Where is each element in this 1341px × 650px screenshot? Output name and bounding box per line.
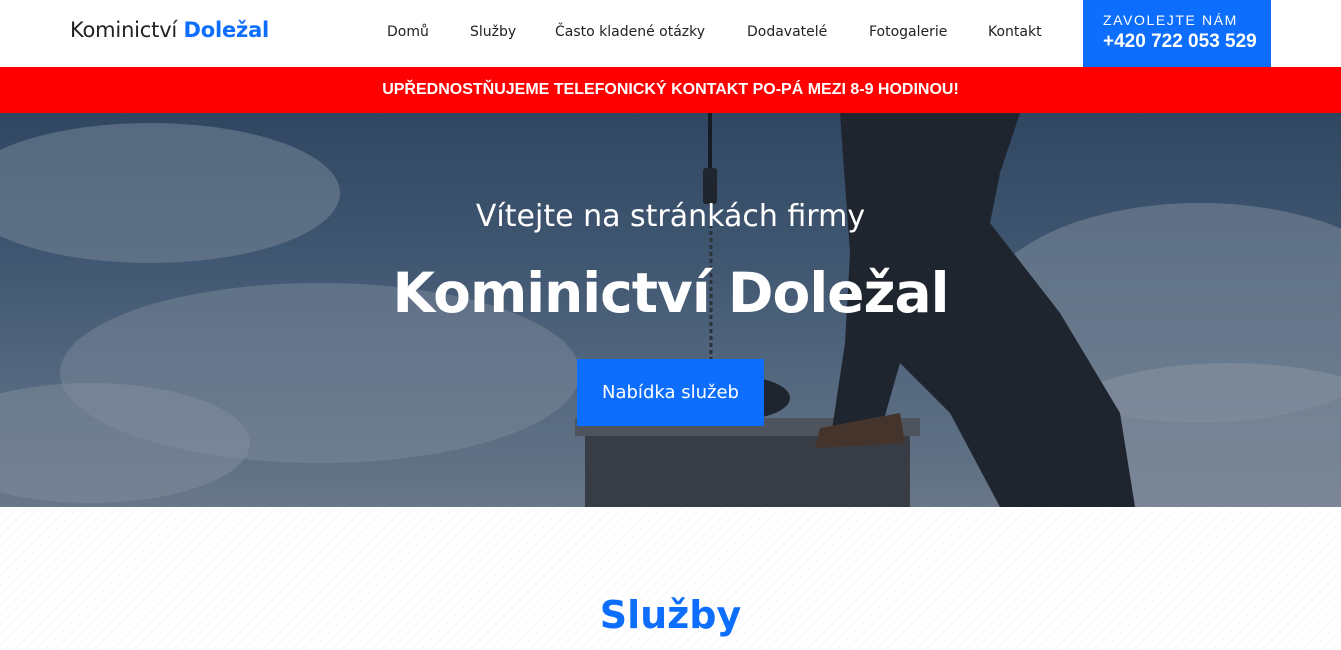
nav-item-faq[interactable]: Často kladené otázky [555,24,705,40]
services-offer-button[interactable]: Nabídka služeb [577,359,764,426]
site-header: Kominictví Doležal Domů Služby Často kla… [0,0,1341,67]
hero-title: Kominictví Doležal [392,261,950,325]
notice-bar: UPŘEDNOSTŇUJEME TELEFONICKÝ KONTAKT PO-P… [0,67,1341,113]
logo[interactable]: Kominictví Doležal [70,18,269,42]
services-title: Služby [599,593,742,637]
nav-item-services[interactable]: Služby [470,24,516,40]
call-us-label: ZAVOLEJTE NÁM [1103,12,1238,28]
nav-item-gallery[interactable]: Fotogalerie [869,24,947,40]
logo-accent-text: Doležal [183,18,270,42]
nav-item-suppliers[interactable]: Dodavatelé [747,24,827,40]
hero-subtitle: Vítejte na stránkách firmy [475,199,866,234]
call-us-phone: +420 722 053 529 [1103,31,1257,52]
hero-section: Vítejte na stránkách firmy Kominictví Do… [0,113,1341,507]
call-us-button[interactable]: ZAVOLEJTE NÁM +420 722 053 529 [1083,0,1271,67]
nav-item-home[interactable]: Domů [387,24,429,40]
services-section: Služby [0,507,1341,650]
logo-main-text: Kominictví [70,18,178,42]
nav-item-contact[interactable]: Kontakt [988,24,1042,40]
